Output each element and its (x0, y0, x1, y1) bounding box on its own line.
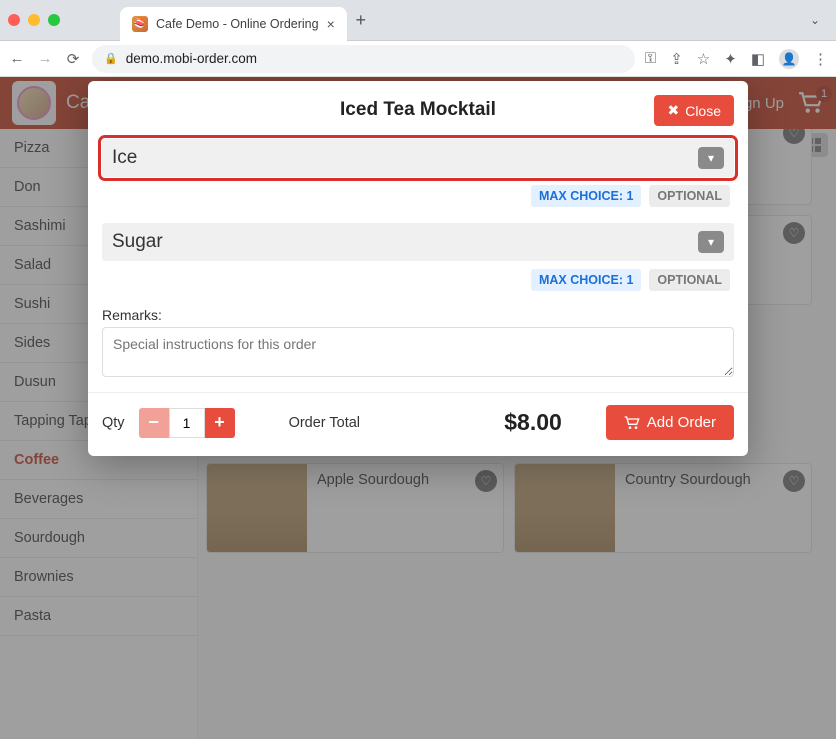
option-group-sugar: Sugar ▾ MAX CHOICE: 1 OPTIONAL (102, 223, 734, 299)
browser-toolbar: ← → ⟳ 🔒 demo.mobi-order.com ⚿ ⇪ ☆ ✦ ◧ 👤 … (0, 41, 836, 77)
window-minimize-dot[interactable] (28, 14, 40, 26)
modal-title: Iced Tea Mocktail (340, 99, 496, 120)
window-close-dot[interactable] (8, 14, 20, 26)
lock-icon: 🔒 (104, 52, 118, 65)
max-choice-badge: MAX CHOICE: 1 (531, 269, 641, 291)
star-icon[interactable]: ☆ (697, 50, 710, 68)
product-options-modal: Iced Tea Mocktail ✖ Close Ice ▾ MAX CHOI… (88, 81, 748, 456)
expand-button[interactable]: ▾ (698, 231, 724, 253)
modal-body: Ice ▾ MAX CHOICE: 1 OPTIONAL Sugar ▾ MAX… (88, 135, 748, 392)
url-text: demo.mobi-order.com (126, 51, 257, 66)
profile-avatar-icon[interactable]: 👤 (779, 49, 799, 69)
order-total-label: Order Total (289, 415, 360, 431)
add-order-button[interactable]: Add Order (606, 405, 734, 440)
window-zoom-dot[interactable] (48, 14, 60, 26)
expand-button[interactable]: ▾ (698, 147, 724, 169)
share-icon[interactable]: ⇪ (670, 50, 683, 68)
reload-icon[interactable]: ⟳ (64, 50, 82, 68)
remarks-input[interactable] (102, 327, 734, 377)
max-choice-badge: MAX CHOICE: 1 (531, 185, 641, 207)
option-title: Sugar (112, 231, 163, 253)
option-badges: MAX CHOICE: 1 OPTIONAL (102, 177, 734, 215)
qty-stepper: − + (139, 408, 235, 438)
window-controls (8, 14, 60, 26)
forward-icon: → (36, 50, 54, 67)
address-bar[interactable]: 🔒 demo.mobi-order.com (92, 45, 635, 73)
extensions-icon[interactable]: ✦ (724, 50, 737, 68)
chevron-down-icon: ▾ (708, 235, 714, 249)
tab-overflow-icon[interactable]: ⌄ (802, 13, 828, 27)
remarks-label: Remarks: (102, 307, 734, 323)
close-icon: ✖ (667, 102, 679, 119)
option-header[interactable]: Ice ▾ (102, 139, 734, 177)
browser-tab-strip: 🍣 Cafe Demo - Online Ordering × + ⌄ (0, 0, 836, 41)
qty-label: Qty (102, 415, 125, 431)
favicon-icon: 🍣 (132, 16, 148, 32)
qty-increment-button[interactable]: + (205, 408, 235, 438)
browser-tab[interactable]: 🍣 Cafe Demo - Online Ordering × (120, 7, 347, 41)
key-icon[interactable]: ⚿ (645, 50, 656, 67)
new-tab-button[interactable]: + (347, 10, 375, 31)
modal-header: Iced Tea Mocktail ✖ Close (88, 81, 748, 135)
close-tab-icon[interactable]: × (327, 16, 335, 32)
optional-badge: OPTIONAL (649, 185, 730, 207)
modal-footer: Qty − + Order Total $8.00 Add Order (88, 392, 748, 456)
modal-overlay[interactable]: Iced Tea Mocktail ✖ Close Ice ▾ MAX CHOI… (0, 77, 836, 739)
option-badges: MAX CHOICE: 1 OPTIONAL (102, 261, 734, 299)
modal-close-button[interactable]: ✖ Close (654, 95, 734, 126)
chevron-down-icon: ▾ (708, 151, 714, 165)
optional-badge: OPTIONAL (649, 269, 730, 291)
qty-input[interactable] (169, 408, 205, 438)
kebab-menu-icon[interactable]: ⋮ (813, 50, 828, 68)
back-icon[interactable]: ← (8, 50, 26, 67)
option-title: Ice (112, 147, 137, 169)
toolbar-right: ⚿ ⇪ ☆ ✦ ◧ 👤 ⋮ (645, 49, 828, 69)
close-label: Close (685, 103, 721, 119)
cart-icon (624, 416, 640, 430)
option-group-ice: Ice ▾ MAX CHOICE: 1 OPTIONAL (102, 139, 734, 215)
qty-decrement-button[interactable]: − (139, 408, 169, 438)
add-order-label: Add Order (647, 414, 716, 431)
panel-icon[interactable]: ◧ (751, 50, 765, 68)
tab-title: Cafe Demo - Online Ordering (156, 17, 319, 31)
order-total-value: $8.00 (504, 409, 562, 436)
option-header[interactable]: Sugar ▾ (102, 223, 734, 261)
